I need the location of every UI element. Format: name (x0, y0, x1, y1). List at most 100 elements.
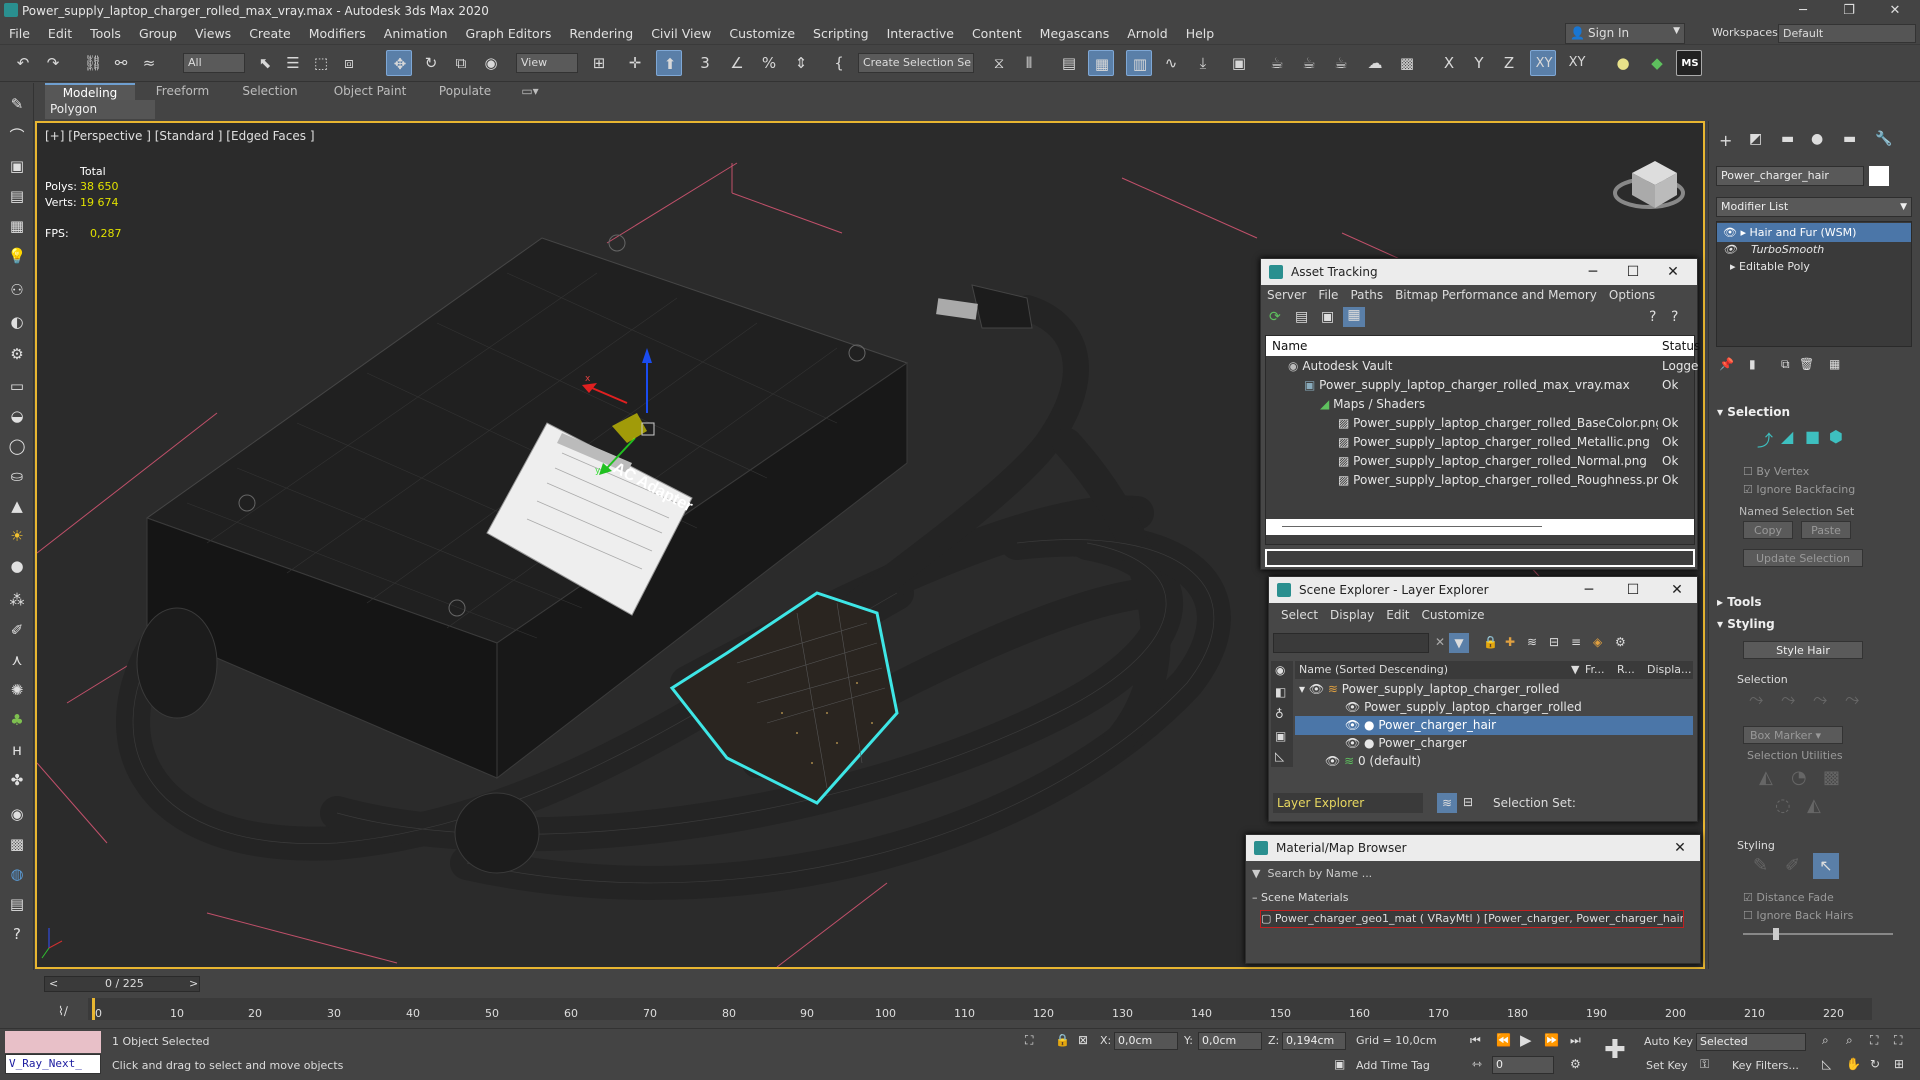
create-tab-icon[interactable]: + (1719, 131, 1732, 150)
menu-options[interactable]: Options (1603, 285, 1661, 305)
select-hair-icon[interactable]: ⤳ (1749, 689, 1763, 710)
bind-space-warp-icon[interactable]: ≈ (136, 50, 162, 76)
hierarchy-tab-icon[interactable]: ▬ (1781, 131, 1794, 147)
key-mode-icon[interactable]: ⇿ (1472, 1057, 1482, 1071)
col-display[interactable]: Displa... (1647, 661, 1692, 679)
col-name[interactable]: Name (1272, 339, 1307, 353)
scene-row[interactable]: 👁 ● Power_charger (1295, 734, 1693, 753)
refresh-icon[interactable]: ⟳ (1269, 309, 1281, 325)
link-icon[interactable]: ⛓ (80, 50, 106, 76)
vray-icon[interactable]: ▩ (1394, 50, 1420, 76)
helper-filter-icon[interactable]: ◺ (1275, 749, 1284, 763)
asset-row[interactable]: ▨ Power_supply_laptop_charger_rolled_Rou… (1338, 471, 1658, 490)
menu-create[interactable]: Create (240, 22, 300, 45)
grow-sel-icon[interactable]: ▩ (1823, 767, 1840, 788)
unlink-icon[interactable]: ⚯ (108, 50, 134, 76)
show-end-result-icon[interactable]: ▮ (1749, 357, 1756, 371)
invert-sel-icon[interactable]: ◭ (1759, 767, 1773, 788)
maxscript-listener-mini[interactable] (5, 1031, 101, 1053)
maximize-viewport-icon[interactable]: ⊞ (1894, 1057, 1904, 1071)
helper-icon[interactable]: ◐ (5, 311, 29, 333)
mirror-icon[interactable]: ⧖ (986, 50, 1012, 76)
axis-xy-cycle-button[interactable]: XY (1564, 50, 1590, 76)
brush-size-slider[interactable] (1743, 928, 1893, 940)
tab-object-paint[interactable]: Object Paint (320, 83, 420, 100)
torus-icon[interactable]: ◯ (5, 435, 29, 457)
menu-server[interactable]: Server (1261, 285, 1312, 305)
menu-group[interactable]: Group (130, 22, 186, 45)
paste-button[interactable]: Paste (1801, 521, 1851, 539)
asset-tracking-titlebar[interactable]: Asset Tracking ─ ☐ ✕ (1261, 259, 1697, 285)
y-coord-field[interactable]: 0,0cm (1198, 1032, 1262, 1050)
sphere-icon[interactable]: ◒ (5, 405, 29, 427)
rollout-icon[interactable]: ▩ (5, 833, 29, 855)
configure-sets-icon[interactable]: ▦ (1829, 357, 1840, 371)
ref-coord-dropdown[interactable]: View (516, 53, 578, 73)
select-by-name-icon[interactable]: ☰ (280, 50, 306, 76)
placement-icon[interactable]: ◉ (478, 50, 504, 76)
scene-row[interactable]: ▾ 👁 ≋ Power_supply_laptop_charger_rolled (1295, 680, 1693, 699)
settings-icon[interactable]: ⚙ (1615, 635, 1626, 649)
menu-file[interactable]: File (1312, 285, 1344, 305)
angle-snap-icon[interactable]: ∠ (724, 50, 750, 76)
object-name-field[interactable]: Power_charger_hair (1716, 166, 1864, 186)
scene-explorer-titlebar[interactable]: Scene Explorer - Layer Explorer ─ ☐ ✕ (1269, 577, 1697, 603)
render-cloud-icon[interactable]: ☁ (1362, 50, 1388, 76)
selection-filter-dropdown[interactable]: All (183, 53, 245, 73)
menu-arnold[interactable]: Arnold (1118, 22, 1176, 45)
update-selection-button[interactable]: Update Selection (1743, 549, 1863, 567)
zoom-all-icon[interactable]: ⌕ (1846, 1033, 1853, 1048)
set-key-big-icon[interactable]: ✚ (1604, 1035, 1626, 1065)
selection-set-dropdown[interactable]: Create Selection Se (858, 53, 974, 73)
orbit-view-icon[interactable]: ↻ (1870, 1057, 1880, 1071)
axis-y-button[interactable]: Y (1466, 50, 1492, 76)
clear-search-icon[interactable]: ✕ (1435, 635, 1445, 649)
filter-icon[interactable]: ▼ (1449, 633, 1469, 653)
sun-icon[interactable]: ☀ (5, 525, 29, 547)
particles-icon[interactable]: ⁂ (5, 589, 29, 611)
keyboard-shortcut-icon[interactable]: ⬆ (656, 50, 682, 76)
key-filter-icon[interactable]: ⚿ (1700, 1057, 1709, 1072)
vault-help-icon[interactable]: ? (1671, 309, 1678, 325)
modifier-editable-poly[interactable]: ▸ Editable Poly (1717, 257, 1911, 276)
asset-row[interactable]: ▨ Power_supply_laptop_charger_rolled_Met… (1338, 433, 1658, 452)
menu-display[interactable]: Display (1324, 605, 1380, 625)
time-config-icon[interactable]: ⚙ (1570, 1057, 1581, 1071)
rollout-selection[interactable]: ▾ Selection (1717, 403, 1913, 421)
list-icon[interactable]: ▤ (1295, 309, 1308, 325)
layer-explorer-icon[interactable]: ▤ (1056, 50, 1082, 76)
lock-icon[interactable]: 🔒 (1483, 635, 1498, 649)
spinner-snap-icon[interactable]: ⇕ (788, 50, 814, 76)
spacewarp-icon[interactable]: ⚙ (5, 343, 29, 365)
close-icon[interactable]: ✕ (1657, 577, 1697, 603)
close-icon[interactable]: ✕ (1872, 0, 1918, 22)
distance-fade-checkbox[interactable]: ☑ Distance Fade (1743, 891, 1834, 904)
menu-megascans[interactable]: Megascans (1031, 22, 1119, 45)
axis-x-button[interactable]: X (1436, 50, 1462, 76)
window-crossing-icon[interactable]: ⧈ (336, 50, 362, 76)
z-coord-field[interactable]: 0,194cm (1282, 1032, 1346, 1050)
manipulate-icon[interactable]: ✛ (622, 50, 648, 76)
minimize-icon[interactable]: ─ (1569, 577, 1609, 603)
sign-in-dropdown[interactable]: 👤 Sign In ▼ (1565, 23, 1685, 44)
menu-customize[interactable]: Customize (1416, 605, 1491, 625)
guide-icon[interactable]: ⤴ (1757, 427, 1773, 451)
rotate-icon[interactable]: ↻ (418, 50, 444, 76)
render-iterative-icon[interactable]: ☕ (1328, 50, 1354, 76)
polygon-icon[interactable]: ■ (1805, 427, 1820, 446)
menu-modifiers[interactable]: Modifiers (300, 22, 375, 45)
prev-frame-icon[interactable]: < (49, 977, 58, 991)
time-tag-icon[interactable]: ▣ (1334, 1057, 1345, 1071)
menu-bitmap-performance[interactable]: Bitmap Performance and Memory (1389, 285, 1603, 305)
explorer-type-dropdown[interactable]: Layer Explorer (1273, 793, 1423, 813)
scale-icon[interactable]: ⧉ (448, 50, 474, 76)
add-time-tag[interactable]: Add Time Tag (1356, 1059, 1430, 1072)
rollout-styling[interactable]: ▾ Styling (1717, 615, 1913, 633)
layer-toggle-icon[interactable]: ≋ (1437, 793, 1457, 813)
select-hair-add-icon[interactable]: ⤳ (1781, 689, 1795, 710)
key-set-dropdown[interactable]: Selected (1696, 1033, 1806, 1051)
axis-z-button[interactable]: Z (1496, 50, 1522, 76)
menu-scripting[interactable]: Scripting (804, 22, 878, 45)
absolute-mode-icon[interactable]: ⊠ (1078, 1033, 1088, 1047)
cylinder-icon[interactable]: ⛀ (5, 465, 29, 487)
